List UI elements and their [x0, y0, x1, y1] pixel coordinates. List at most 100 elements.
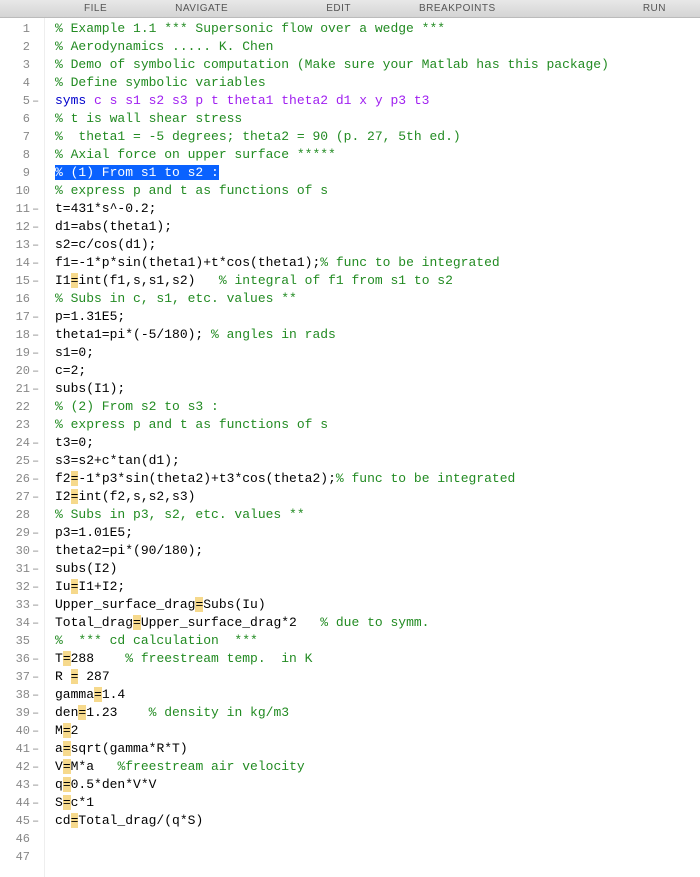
- code-line[interactable]: den=1.23 % density in kg/m3: [55, 704, 700, 722]
- code-line[interactable]: s3=s2+c*tan(d1);: [55, 452, 700, 470]
- line-number[interactable]: 26–: [0, 470, 44, 488]
- code-line[interactable]: d1=abs(theta1);: [55, 218, 700, 236]
- code-area[interactable]: % Example 1.1 *** Supersonic flow over a…: [45, 18, 700, 877]
- code-line[interactable]: I1=int(f1,s,s1,s2) % integral of f1 from…: [55, 272, 700, 290]
- code-line[interactable]: Iu=I1+I2;: [55, 578, 700, 596]
- code-line[interactable]: syms c s s1 s2 s3 p t theta1 theta2 d1 x…: [55, 92, 700, 110]
- line-number-gutter[interactable]: 12345–67891011–12–13–14–15–1617–18–19–20…: [0, 18, 45, 877]
- line-number[interactable]: 23: [0, 416, 44, 434]
- line-number[interactable]: 28: [0, 506, 44, 524]
- code-line[interactable]: t=431*s^-0.2;: [55, 200, 700, 218]
- code-line[interactable]: % Aerodynamics ..... K. Chen: [55, 38, 700, 56]
- line-number[interactable]: 15–: [0, 272, 44, 290]
- line-number[interactable]: 11–: [0, 200, 44, 218]
- line-number[interactable]: 31–: [0, 560, 44, 578]
- line-number[interactable]: 34–: [0, 614, 44, 632]
- code-line[interactable]: Upper_surface_drag=Subs(Iu): [55, 596, 700, 614]
- code-line[interactable]: subs(I2): [55, 560, 700, 578]
- code-line[interactable]: f1=-1*p*sin(theta1)+t*cos(theta1);% func…: [55, 254, 700, 272]
- line-number[interactable]: 40–: [0, 722, 44, 740]
- code-line[interactable]: % Axial force on upper surface *****: [55, 146, 700, 164]
- line-number[interactable]: 12–: [0, 218, 44, 236]
- line-number[interactable]: 33–: [0, 596, 44, 614]
- line-number[interactable]: 19–: [0, 344, 44, 362]
- code-line[interactable]: S=c*1: [55, 794, 700, 812]
- code-line[interactable]: % t is wall shear stress: [55, 110, 700, 128]
- line-number[interactable]: 25–: [0, 452, 44, 470]
- code-line[interactable]: I2=int(f2,s,s2,s3): [55, 488, 700, 506]
- line-number[interactable]: 18–: [0, 326, 44, 344]
- code-line[interactable]: q=0.5*den*V*V: [55, 776, 700, 794]
- code-line[interactable]: % Example 1.1 *** Supersonic flow over a…: [55, 20, 700, 38]
- line-number[interactable]: 3: [0, 56, 44, 74]
- code-line[interactable]: % (1) From s1 to s2 :: [55, 164, 700, 182]
- code-line[interactable]: s2=c/cos(d1);: [55, 236, 700, 254]
- line-number[interactable]: 9: [0, 164, 44, 182]
- line-number[interactable]: 7: [0, 128, 44, 146]
- line-number[interactable]: 5–: [0, 92, 44, 110]
- line-number[interactable]: 32–: [0, 578, 44, 596]
- line-number[interactable]: 14–: [0, 254, 44, 272]
- code-line[interactable]: gamma=1.4: [55, 686, 700, 704]
- line-number[interactable]: 36–: [0, 650, 44, 668]
- code-line[interactable]: c=2;: [55, 362, 700, 380]
- line-number[interactable]: 24–: [0, 434, 44, 452]
- code-line[interactable]: % Subs in p3, s2, etc. values **: [55, 506, 700, 524]
- line-number[interactable]: 43–: [0, 776, 44, 794]
- code-line[interactable]: % theta1 = -5 degrees; theta2 = 90 (p. 2…: [55, 128, 700, 146]
- line-number[interactable]: 39–: [0, 704, 44, 722]
- code-line[interactable]: R = 287: [55, 668, 700, 686]
- line-number[interactable]: 44–: [0, 794, 44, 812]
- code-line[interactable]: % Subs in c, s1, etc. values **: [55, 290, 700, 308]
- tab-edit[interactable]: EDIT: [322, 3, 355, 14]
- code-line[interactable]: theta2=pi*(90/180);: [55, 542, 700, 560]
- line-number[interactable]: 4: [0, 74, 44, 92]
- line-number[interactable]: 6: [0, 110, 44, 128]
- code-line[interactable]: f2=-1*p3*sin(theta2)+t3*cos(theta2);% fu…: [55, 470, 700, 488]
- code-line[interactable]: % express p and t as functions of s: [55, 182, 700, 200]
- line-number[interactable]: 35: [0, 632, 44, 650]
- tab-run[interactable]: RUN: [639, 3, 670, 14]
- line-number[interactable]: 1: [0, 20, 44, 38]
- code-line[interactable]: % (2) From s2 to s3 :: [55, 398, 700, 416]
- line-number[interactable]: 45–: [0, 812, 44, 830]
- line-number[interactable]: 10: [0, 182, 44, 200]
- line-number[interactable]: 27–: [0, 488, 44, 506]
- code-line[interactable]: V=M*a %freestream air velocity: [55, 758, 700, 776]
- line-number[interactable]: 30–: [0, 542, 44, 560]
- line-number[interactable]: 42–: [0, 758, 44, 776]
- line-number[interactable]: 41–: [0, 740, 44, 758]
- code-line[interactable]: Total_drag=Upper_surface_drag*2 % due to…: [55, 614, 700, 632]
- code-line[interactable]: p3=1.01E5;: [55, 524, 700, 542]
- line-number[interactable]: 47: [0, 848, 44, 866]
- line-number[interactable]: 20–: [0, 362, 44, 380]
- line-number[interactable]: 46: [0, 830, 44, 848]
- line-number[interactable]: 8: [0, 146, 44, 164]
- code-line[interactable]: t3=0;: [55, 434, 700, 452]
- line-number[interactable]: 17–: [0, 308, 44, 326]
- line-number[interactable]: 2: [0, 38, 44, 56]
- code-line[interactable]: theta1=pi*(-5/180); % angles in rads: [55, 326, 700, 344]
- code-line[interactable]: T=288 % freestream temp. in K: [55, 650, 700, 668]
- code-line[interactable]: % Demo of symbolic computation (Make sur…: [55, 56, 700, 74]
- line-number[interactable]: 22: [0, 398, 44, 416]
- code-line[interactable]: subs(I1);: [55, 380, 700, 398]
- line-number[interactable]: 21–: [0, 380, 44, 398]
- code-line[interactable]: cd=Total_drag/(q*S): [55, 812, 700, 830]
- code-line[interactable]: [55, 848, 700, 866]
- line-number[interactable]: 38–: [0, 686, 44, 704]
- code-line[interactable]: M=2: [55, 722, 700, 740]
- code-line[interactable]: % Define symbolic variables: [55, 74, 700, 92]
- code-line[interactable]: % express p and t as functions of s: [55, 416, 700, 434]
- tab-file[interactable]: FILE: [80, 3, 111, 14]
- line-number[interactable]: 37–: [0, 668, 44, 686]
- line-number[interactable]: 29–: [0, 524, 44, 542]
- code-line[interactable]: s1=0;: [55, 344, 700, 362]
- code-line[interactable]: a=sqrt(gamma*R*T): [55, 740, 700, 758]
- tab-navigate[interactable]: NAVIGATE: [171, 3, 232, 14]
- code-line[interactable]: [55, 830, 700, 848]
- line-number[interactable]: 13–: [0, 236, 44, 254]
- code-line[interactable]: % *** cd calculation ***: [55, 632, 700, 650]
- tab-breakpoints[interactable]: BREAKPOINTS: [415, 3, 500, 14]
- code-line[interactable]: p=1.31E5;: [55, 308, 700, 326]
